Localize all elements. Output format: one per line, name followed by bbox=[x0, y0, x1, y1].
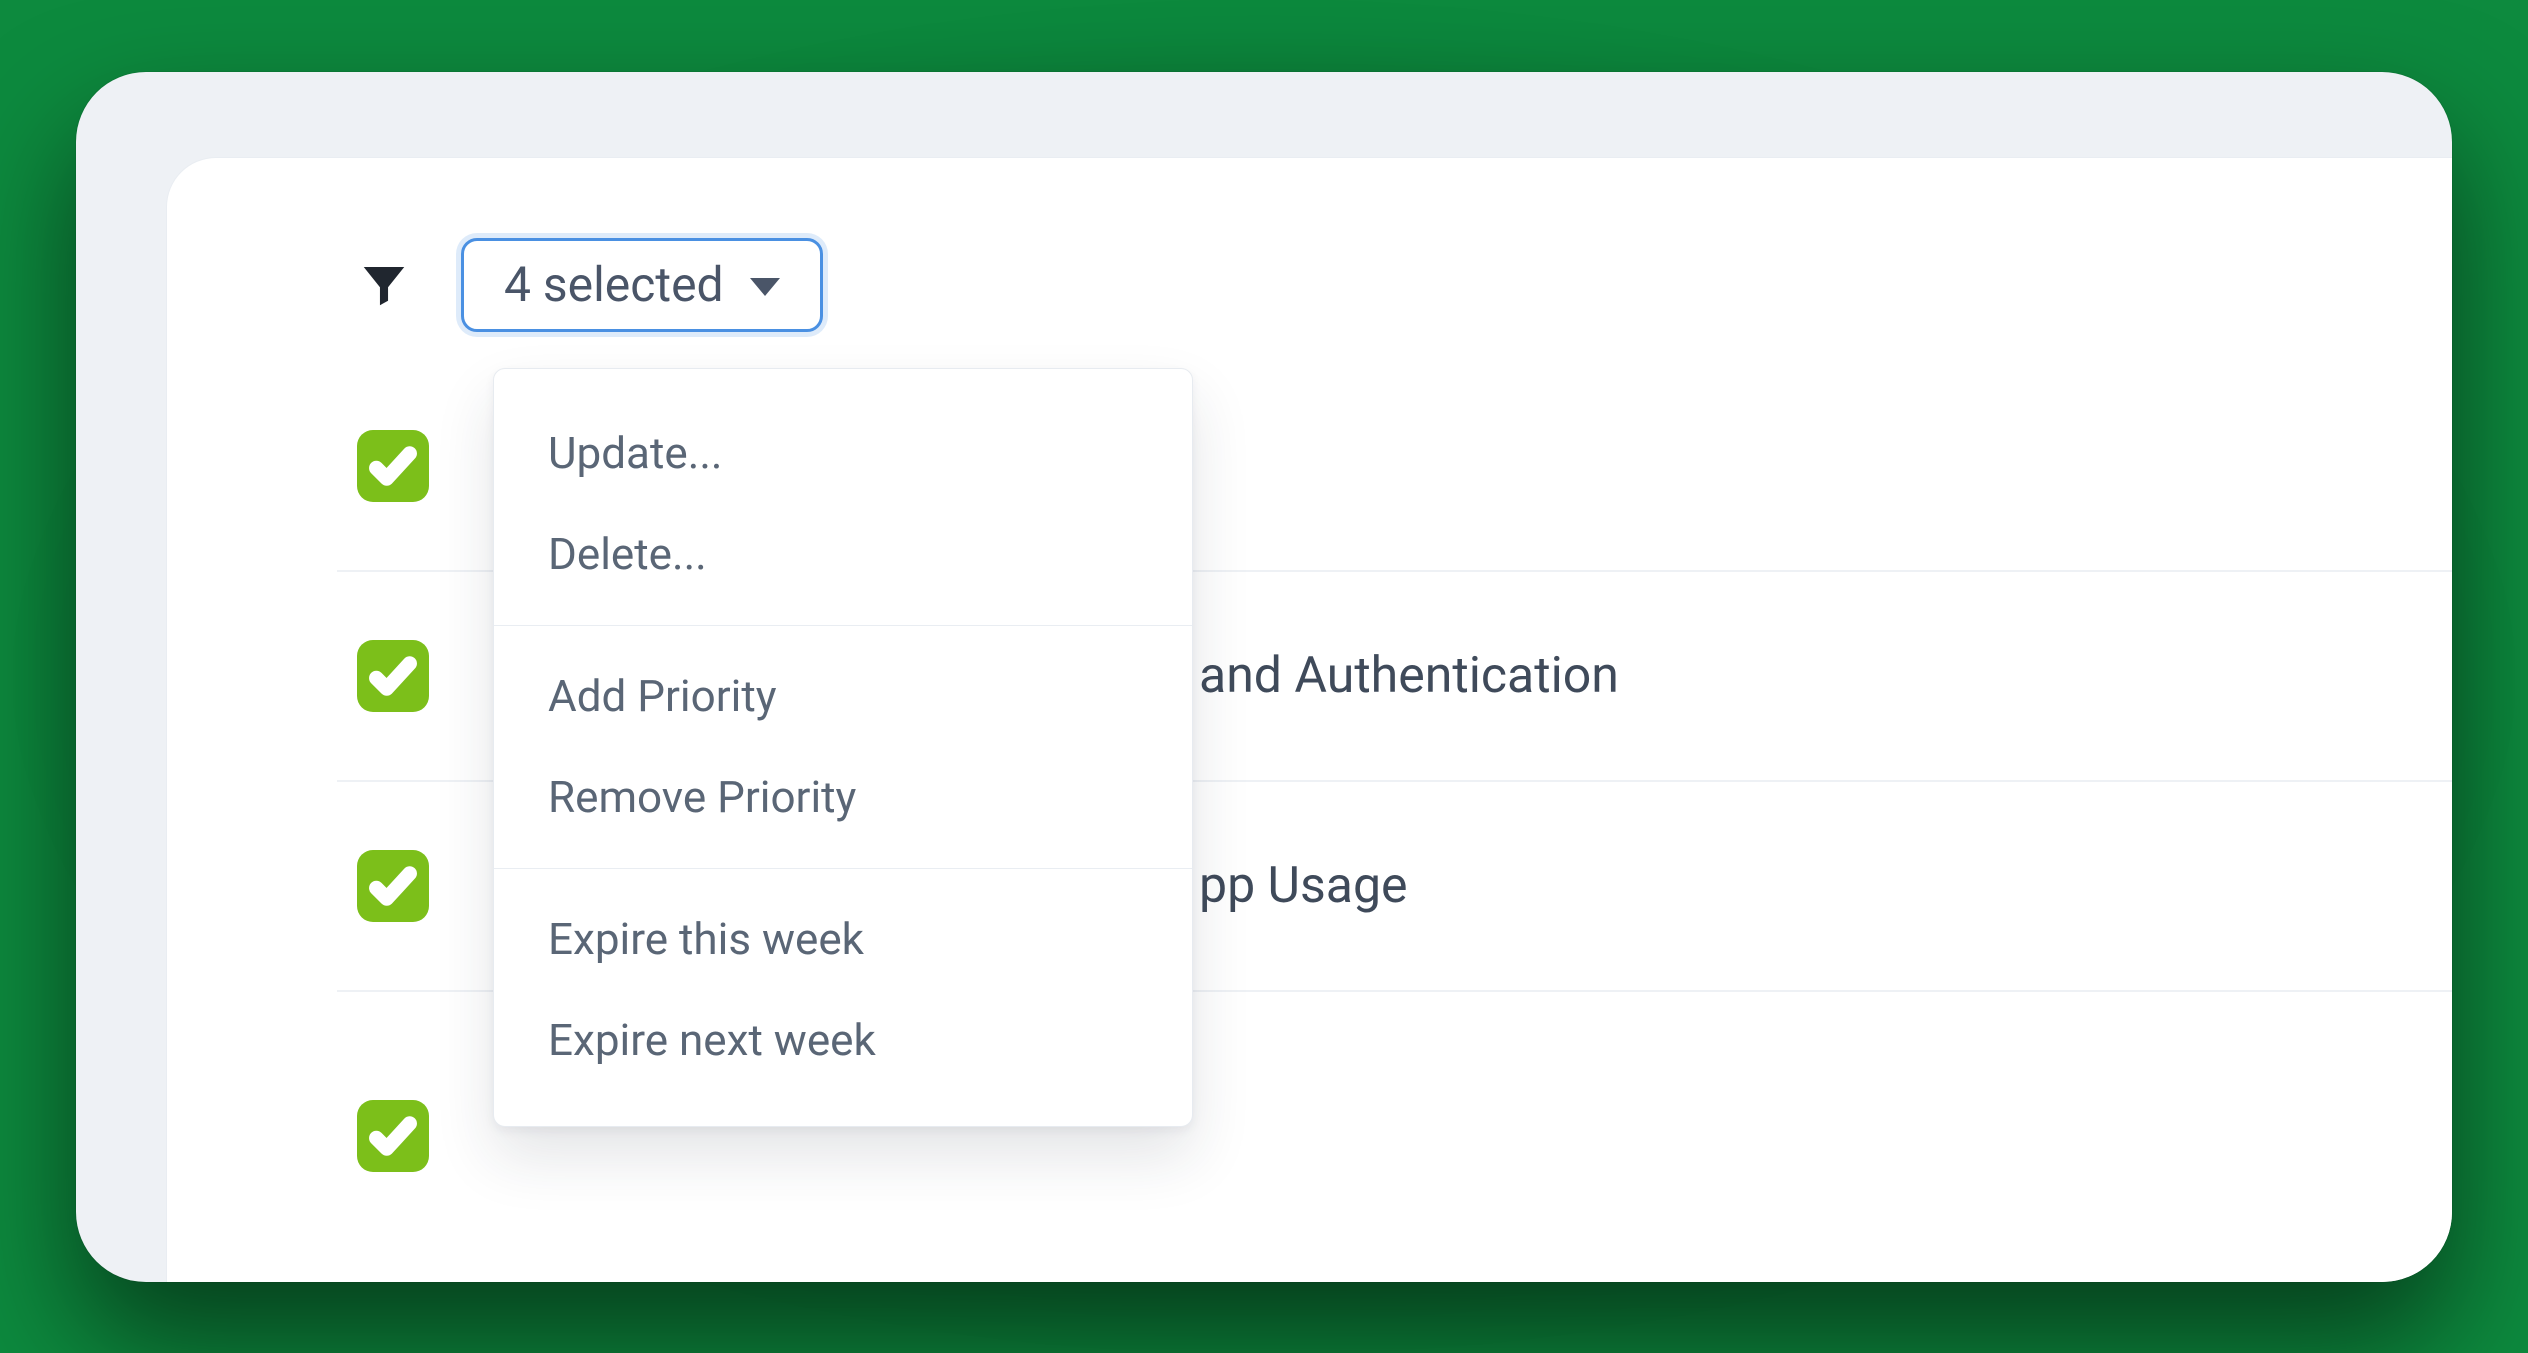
menu-item-update[interactable]: Update... bbox=[494, 403, 1192, 504]
checkbox-checked[interactable] bbox=[357, 430, 429, 502]
content-card: 4 selected and Authentication bbox=[166, 157, 2452, 1282]
chevron-down-icon bbox=[750, 278, 780, 296]
filter-icon[interactable] bbox=[357, 258, 411, 312]
menu-item-remove-priority[interactable]: Remove Priority bbox=[494, 747, 1192, 848]
menu-item-expire-next-week[interactable]: Expire next week bbox=[494, 990, 1192, 1091]
bulk-select-label: 4 selected bbox=[504, 261, 724, 309]
bulk-actions-menu: Update... Delete... Add Priority Remove … bbox=[493, 368, 1193, 1127]
toolbar: 4 selected bbox=[167, 158, 2452, 362]
checkbox-checked[interactable] bbox=[357, 640, 429, 712]
checkbox-checked[interactable] bbox=[357, 1100, 429, 1172]
menu-item-add-priority[interactable]: Add Priority bbox=[494, 646, 1192, 747]
menu-item-delete[interactable]: Delete... bbox=[494, 504, 1192, 605]
menu-item-expire-this-week[interactable]: Expire this week bbox=[494, 889, 1192, 990]
outer-panel: 4 selected and Authentication bbox=[76, 72, 2452, 1282]
checkbox-checked[interactable] bbox=[357, 850, 429, 922]
bulk-select-dropdown[interactable]: 4 selected bbox=[461, 238, 823, 332]
